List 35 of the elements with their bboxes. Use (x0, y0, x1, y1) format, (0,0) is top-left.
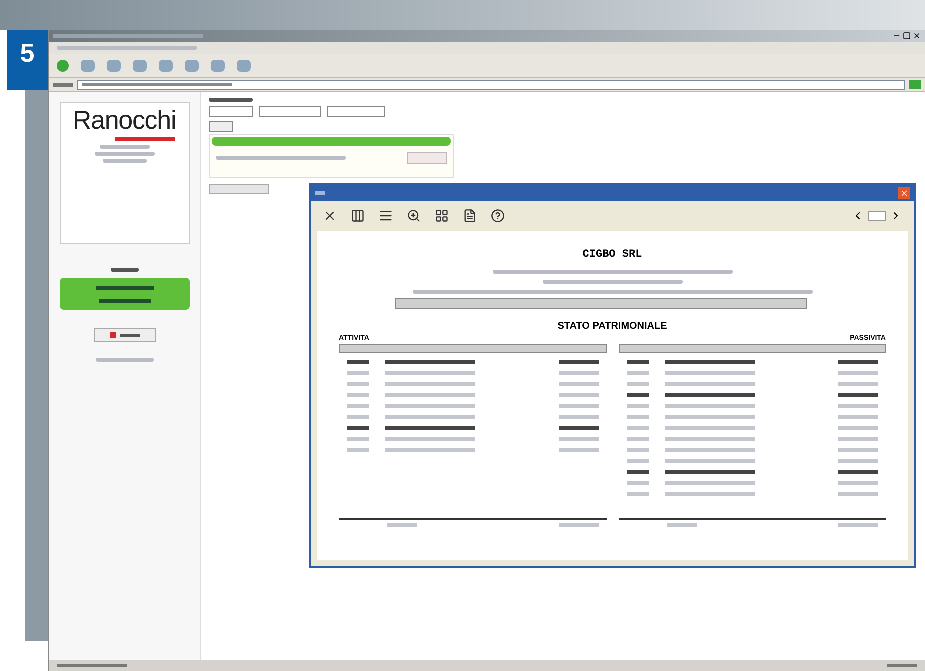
columns-icon[interactable] (351, 209, 365, 223)
address-field[interactable] (77, 80, 905, 90)
services-heading-drawing (110, 268, 138, 272)
close-window-icon[interactable] (898, 187, 910, 199)
logout-button[interactable] (94, 328, 156, 342)
toolbar-button-icon[interactable] (185, 60, 199, 72)
toolbar-button-icon[interactable] (211, 60, 225, 72)
lines-icon[interactable] (379, 209, 393, 223)
section-title: STATO PATRIMONIALE (558, 320, 668, 334)
document-icon[interactable] (463, 209, 477, 223)
dropdown-field[interactable] (259, 106, 321, 117)
logo-accent-bar (114, 137, 174, 141)
help-icon[interactable] (491, 209, 505, 223)
toolbar-button-icon[interactable] (237, 60, 251, 72)
toolbar-button-icon[interactable] (81, 60, 95, 72)
address-text-drawing (94, 145, 154, 163)
logo-text: Ranocchi (72, 107, 176, 133)
menu-link[interactable] (96, 286, 154, 290)
toolbar-button-icon[interactable] (133, 60, 147, 72)
zoom-icon[interactable] (407, 209, 421, 223)
dropdown-field[interactable] (209, 106, 253, 117)
menu-link[interactable] (98, 298, 150, 302)
pager-control[interactable] (209, 184, 269, 194)
layout-icon[interactable] (435, 209, 449, 223)
search-button[interactable] (209, 121, 233, 132)
step-badge: 5 (7, 30, 48, 90)
toolbar-button-icon[interactable] (107, 60, 121, 72)
company-name: CIGBO SRL (582, 248, 642, 263)
form-title-drawing (209, 98, 253, 102)
page-field[interactable] (868, 211, 886, 221)
close-icon[interactable] (323, 209, 337, 223)
toolbar-button-icon[interactable] (159, 60, 173, 72)
back-button-icon[interactable] (57, 60, 69, 72)
dropdown-field[interactable] (327, 106, 385, 117)
user-info-drawing (96, 358, 154, 362)
